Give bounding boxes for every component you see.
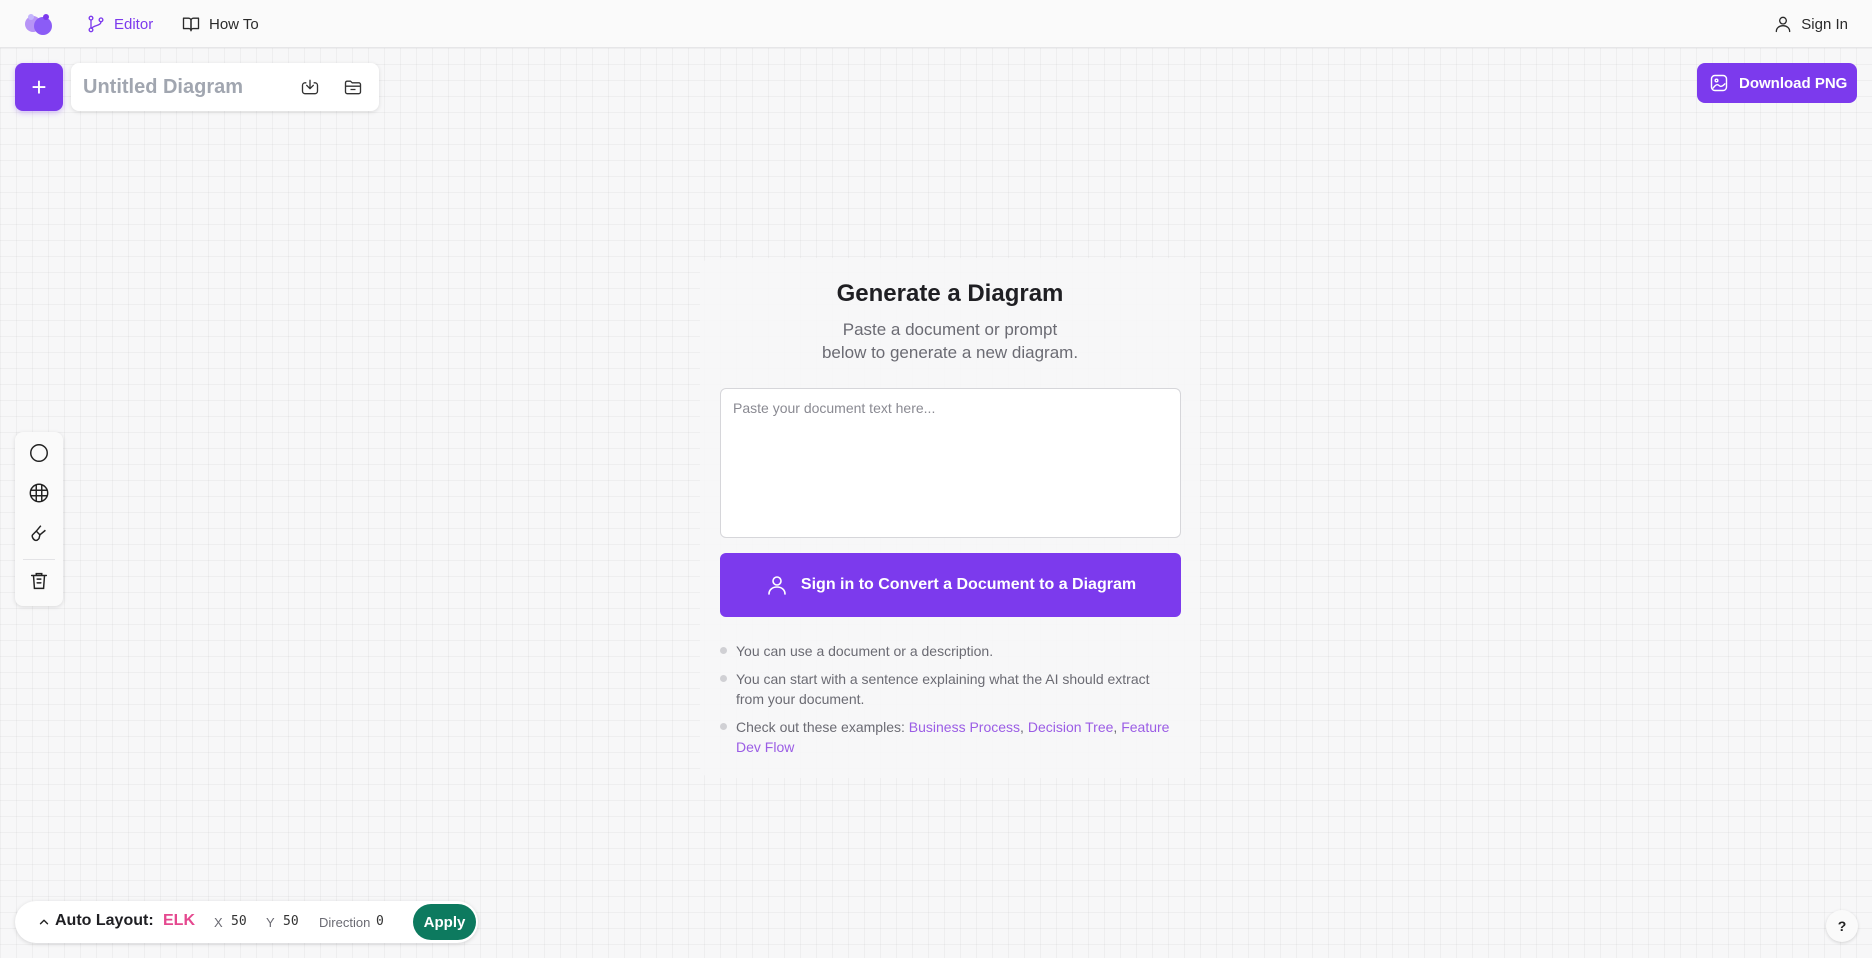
diagram-title-box — [71, 63, 379, 111]
nav-signin-link[interactable]: Sign In — [1773, 12, 1848, 36]
user-icon — [1775, 16, 1791, 33]
apply-button[interactable]: Apply — [413, 904, 476, 940]
panel-subtitle-line2: below to generate a new diagram. — [821, 343, 1079, 362]
example-link-decision-tree[interactable]: Decision Tree — [1028, 719, 1114, 735]
grid-icon[interactable] — [28, 482, 50, 504]
convert-document-button[interactable]: Sign in to Convert a Document to a Diagr… — [720, 553, 1181, 617]
new-diagram-button[interactable]: + — [15, 63, 63, 111]
tip-item: You can use a document or a description. — [720, 641, 1180, 661]
plus-icon: + — [31, 71, 47, 102]
convert-document-label: Sign in to Convert a Document to a Diagr… — [800, 576, 1137, 593]
toolbar-divider — [23, 559, 55, 560]
y-value[interactable]: 50 — [283, 914, 299, 929]
generate-diagram-panel: Generate a Diagram Paste a document or p… — [700, 258, 1200, 778]
auto-layout-bar: Auto Layout: ELK X 50 Y 50 Direction 0 A… — [15, 901, 478, 943]
x-value[interactable]: 50 — [231, 914, 247, 929]
panel-subtitle: Paste a document or prompt below to gene… — [790, 318, 1110, 364]
nav-howto-link[interactable]: How To — [181, 12, 259, 36]
direction-value[interactable]: 0 — [376, 914, 384, 929]
help-button[interactable]: ? — [1826, 910, 1858, 942]
tip-item: Check out these examples: Business Proce… — [720, 717, 1180, 757]
left-toolbar — [15, 432, 63, 606]
logo-icon[interactable] — [22, 9, 56, 39]
document-text-input[interactable] — [720, 388, 1181, 538]
book-open-icon — [182, 17, 200, 32]
chevron-up-icon[interactable] — [37, 915, 51, 929]
trash-icon[interactable] — [28, 570, 50, 592]
y-label: Y — [266, 915, 275, 930]
auto-layout-engine[interactable]: ELK — [163, 912, 195, 930]
panel-title: Generate a Diagram — [836, 280, 1064, 307]
auto-layout-label: Auto Layout: — [55, 912, 154, 929]
folder-icon[interactable] — [343, 77, 363, 97]
nav-editor-label: Editor — [114, 15, 154, 33]
tip-examples-prefix: Check out these examples: — [736, 719, 909, 735]
diagram-title-input[interactable] — [83, 73, 283, 101]
download-png-button[interactable]: Download PNG — [1697, 63, 1857, 103]
download-png-label: Download PNG — [1739, 74, 1848, 92]
download-icon[interactable] — [300, 77, 320, 97]
direction-label: Direction — [319, 915, 371, 930]
user-icon — [768, 576, 786, 595]
brush-icon[interactable] — [28, 522, 50, 544]
x-label: X — [214, 915, 223, 930]
top-nav: Editor How To Sign In — [0, 0, 1872, 48]
panel-subtitle-line1: Paste a document or prompt — [842, 320, 1058, 339]
circle-icon[interactable] — [28, 442, 50, 464]
git-branch-icon — [88, 15, 104, 33]
tip-item: You can start with a sentence explaining… — [720, 669, 1180, 709]
nav-signin-label: Sign In — [1801, 15, 1848, 33]
image-icon — [1710, 74, 1728, 92]
nav-howto-label: How To — [209, 15, 259, 33]
nav-editor-link[interactable]: Editor — [86, 12, 153, 36]
tips-list: You can use a document or a description.… — [720, 641, 1180, 765]
example-link-business-process[interactable]: Business Process — [909, 719, 1020, 735]
